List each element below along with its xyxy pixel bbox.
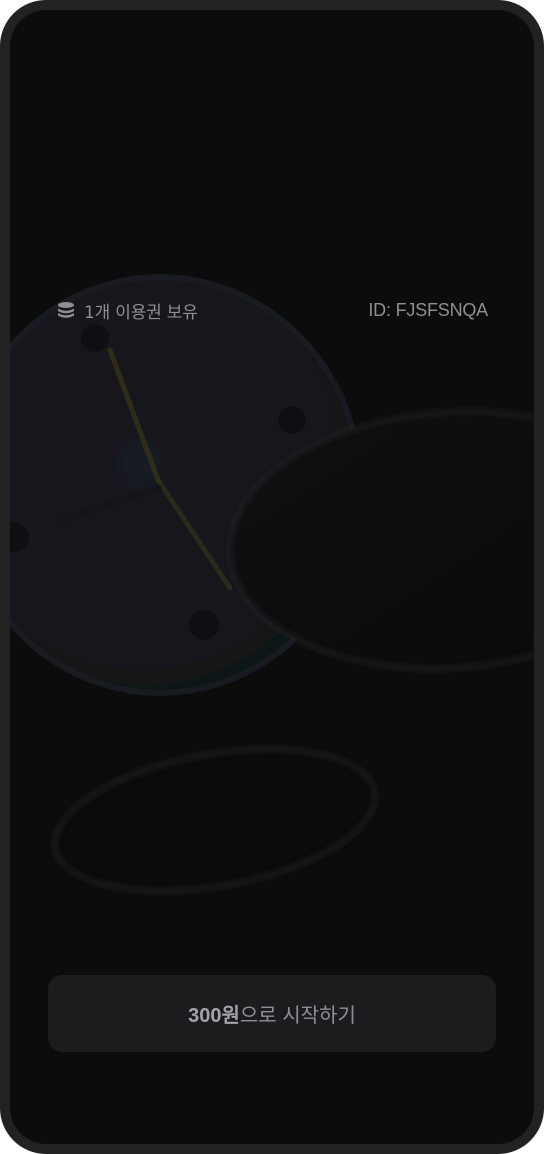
- user-id-label: ID: FJSFSNQA: [368, 299, 488, 320]
- ticket-balance: 1개 이용권 보유: [56, 298, 198, 323]
- start-button-price: 300원: [188, 1005, 240, 1027]
- start-button-label: 으로 시작하기: [239, 1005, 356, 1027]
- plate-decoration-lower: [53, 747, 377, 893]
- phone-frame: 1개 이용권 보유 ID: FJSFSNQA 300원 으로 시작하기: [0, 0, 544, 1154]
- coin-stack-icon: [56, 300, 76, 320]
- background-illustration: [10, 274, 534, 893]
- start-button[interactable]: 300원 으로 시작하기: [48, 975, 496, 1052]
- app-screen: 1개 이용권 보유 ID: FJSFSNQA 300원 으로 시작하기: [10, 10, 534, 1144]
- ticket-count-label: 1개 이용권 보유: [84, 302, 198, 323]
- info-row: 1개 이용권 보유 ID: FJSFSNQA: [56, 298, 488, 323]
